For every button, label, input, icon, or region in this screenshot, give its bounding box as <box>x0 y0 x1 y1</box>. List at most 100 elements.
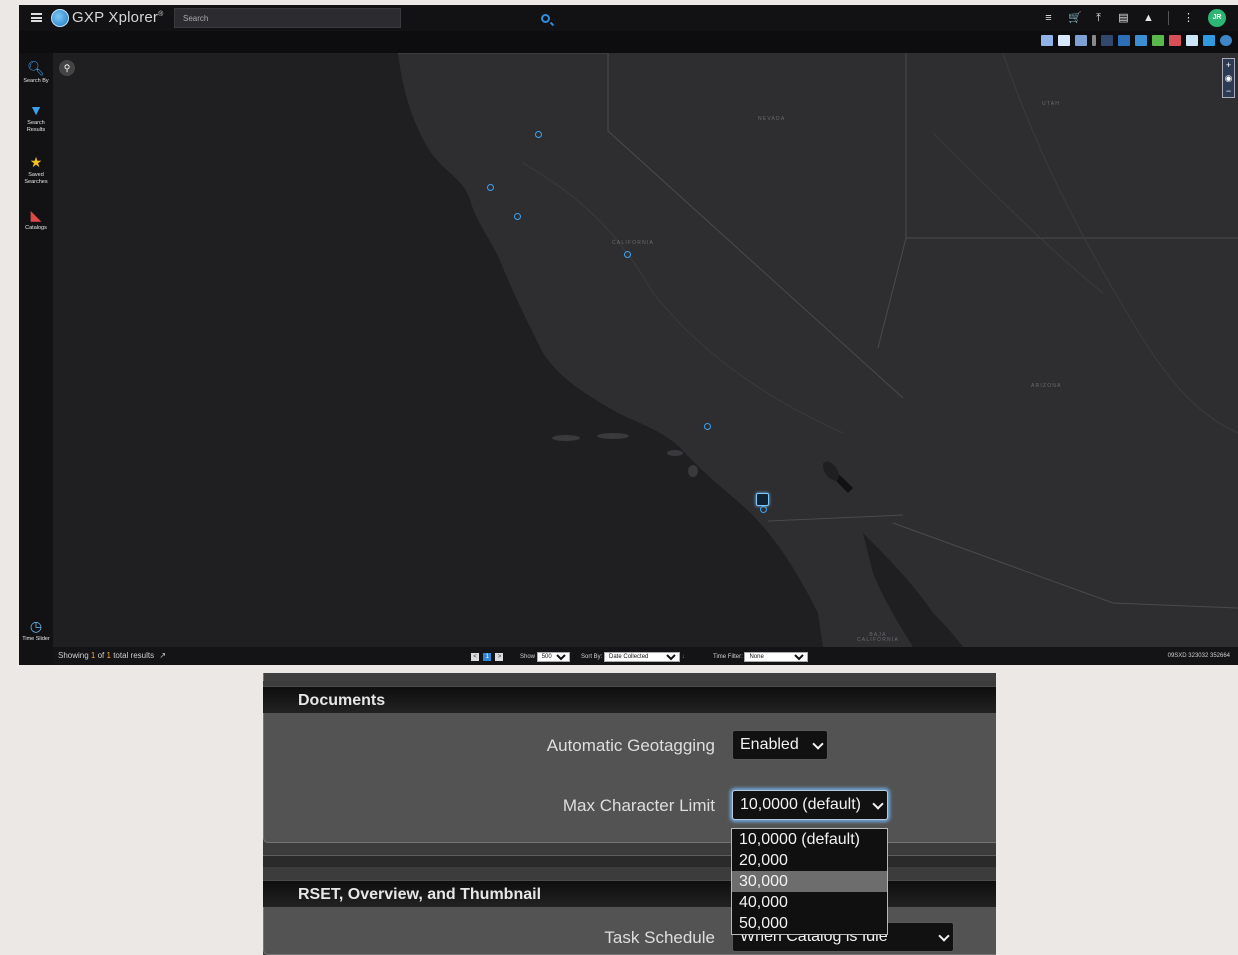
app-title: GXP Xplorer® <box>72 9 164 26</box>
showing-count: 1 <box>90 651 96 660</box>
monitor-layer-icon[interactable] <box>1203 35 1215 46</box>
search-input[interactable] <box>183 14 373 23</box>
result-marker[interactable] <box>704 423 711 430</box>
sidebar-item-label: Catalogs <box>25 225 47 231</box>
sidebar-item-label: Search Results <box>26 120 46 133</box>
documents-section-body: Automatic Geotagging Enabled Max Charact… <box>263 713 996 843</box>
clipboard-icon[interactable]: ▤ <box>1118 12 1129 24</box>
top-navigation-bar: GXP Xplorer® ≡ 🛒 ⤒ ▤ ▲ ⋮ JR <box>19 5 1238 31</box>
layer-dark-icon[interactable] <box>1101 35 1113 46</box>
sidebar-item-search-by[interactable]: 🔍︎ Search By <box>19 61 53 85</box>
chevron-down-icon <box>872 798 884 810</box>
search-box[interactable] <box>174 8 550 28</box>
map-label-nevada: NEVADA <box>758 116 786 122</box>
max-character-limit-options: 10,0000 (default) 20,000 30,000 40,000 5… <box>731 828 888 935</box>
option-40000[interactable]: 40,000 <box>732 892 887 913</box>
max-character-limit-select[interactable]: 10,0000 (default) <box>732 790 888 820</box>
automatic-geotagging-select[interactable]: Enabled <box>732 730 828 760</box>
user-avatar[interactable]: JR <box>1208 9 1226 27</box>
playlist-icon[interactable]: ≡ <box>1043 12 1054 24</box>
document-marker-icon[interactable] <box>756 493 769 506</box>
chevron-down-icon <box>812 738 824 750</box>
task-schedule-label: Task Schedule <box>604 928 715 947</box>
map-label-california: CALIFORNIA <box>612 240 655 246</box>
globe-logo-icon <box>51 9 69 27</box>
red-layer-icon[interactable] <box>1169 35 1181 46</box>
sort-direction-arrow-icon[interactable]: ↓ <box>682 654 685 660</box>
gxp-xplorer-window: GXP Xplorer® ≡ 🛒 ⤒ ▤ ▲ ⋮ JR <box>19 5 1238 665</box>
automatic-geotagging-label: Automatic Geotagging <box>546 736 715 755</box>
grid-layer-icon[interactable] <box>1118 35 1130 46</box>
show-count-select[interactable]: 500 <box>536 652 570 662</box>
sidebar-item-label: Time Slider <box>22 636 50 642</box>
select-tool-icon[interactable] <box>1041 35 1053 46</box>
time-filter-select[interactable]: None <box>744 652 809 662</box>
sidebar-item-label: Search By <box>23 78 49 84</box>
map-label-baja-california: BAJA CALIFORNIA <box>856 632 899 643</box>
search-icon[interactable] <box>541 14 550 23</box>
time-filter-control: Time Filter: None <box>713 652 809 662</box>
panel-top-edge <box>263 673 996 681</box>
globe-tool-icon[interactable] <box>1220 35 1232 46</box>
option-50000[interactable]: 50,000 <box>732 913 887 934</box>
max-character-limit-label: Max Character Limit <box>562 796 715 815</box>
dropdown-caret-icon[interactable] <box>1092 35 1096 46</box>
stack-layers-icon[interactable] <box>1186 35 1198 46</box>
next-page-button[interactable]: > <box>495 652 504 661</box>
external-link-icon[interactable]: ↗ <box>159 651 166 660</box>
result-marker[interactable] <box>760 506 767 513</box>
geolocate-pin-icon[interactable]: ⚲ <box>59 60 75 76</box>
cursor-coordinates: 09SXD 323032 352664 <box>1167 653 1230 659</box>
result-marker[interactable] <box>535 131 542 138</box>
left-sidebar: 🔍︎ Search By ▼ Search Results ★ Saved Se… <box>19 53 53 665</box>
globe-reset-icon[interactable]: ◉ <box>1223 72 1234 85</box>
showing-label: Showing <box>58 651 89 660</box>
option-10000-default[interactable]: 10,0000 (default) <box>732 829 887 850</box>
total-results-label: total results <box>113 651 155 660</box>
more-vertical-icon[interactable]: ⋮ <box>1183 12 1194 24</box>
pan-hand-icon[interactable] <box>1058 35 1070 46</box>
sidebar-item-time-slider[interactable]: ◷ Time Slider <box>19 619 53 643</box>
sort-by-select[interactable]: Date Collected <box>604 652 681 662</box>
zoom-control: + ◉ − <box>1222 58 1235 98</box>
option-20000[interactable]: 20,000 <box>732 850 887 871</box>
current-page-button[interactable]: 1 <box>483 652 492 661</box>
star-icon: ★ <box>29 154 43 170</box>
of-label: of <box>97 651 105 660</box>
hamburger-menu-icon[interactable] <box>31 13 42 22</box>
top-right-icons: ≡ 🛒 ⤒ ▤ ▲ ⋮ JR <box>1043 9 1226 27</box>
show-label: Show <box>520 654 536 660</box>
map-view[interactable]: NEVADA UTAH CALIFORNIA ARIZONA BAJA CALI… <box>53 53 1238 647</box>
result-marker[interactable] <box>514 213 521 220</box>
imagery-layer-icon[interactable] <box>1135 35 1147 46</box>
zoom-in-icon[interactable]: + <box>1223 59 1234 72</box>
sidebar-item-search-results[interactable]: ▼ Search Results <box>19 103 53 134</box>
catalog-icon: ◣ <box>30 207 42 223</box>
prev-page-button[interactable]: < <box>471 652 479 661</box>
green-layer-icon[interactable] <box>1152 35 1164 46</box>
catalog-settings-panel: Documents Automatic Geotagging Enabled M… <box>263 673 996 955</box>
total-count: 1 <box>106 651 111 660</box>
pager: < 1 > <box>471 652 505 661</box>
result-marker[interactable] <box>487 184 494 191</box>
option-30000[interactable]: 30,000 <box>732 871 887 892</box>
results-status-bar: Showing 1 of 1 total results ↗ < 1 > Sho… <box>53 647 1238 665</box>
show-control: Show 500 <box>520 652 570 662</box>
selected-value: Enabled <box>740 736 799 753</box>
result-marker[interactable] <box>624 251 631 258</box>
divider <box>1168 11 1169 25</box>
sidebar-item-catalogs[interactable]: ◣ Catalogs <box>19 208 53 232</box>
magnifier-icon: 🔍︎ <box>27 60 45 76</box>
map-basemap <box>53 53 1238 647</box>
sort-label: Sort By: <box>581 654 603 660</box>
clock-icon: ◷ <box>29 618 43 634</box>
sort-control: Sort By: Date Collected ↓ <box>581 652 685 662</box>
documents-section-header: Documents <box>263 686 996 713</box>
zoom-out-icon[interactable]: − <box>1223 85 1234 98</box>
sidebar-item-saved-searches[interactable]: ★ Saved Searches <box>19 155 53 186</box>
upload-icon[interactable]: ⤒ <box>1093 12 1104 24</box>
map-tool-bar <box>19 31 1238 53</box>
cart-icon[interactable]: 🛒 <box>1068 12 1082 24</box>
bell-icon[interactable]: ▲ <box>1143 12 1154 24</box>
draw-tool-icon[interactable] <box>1075 35 1087 46</box>
